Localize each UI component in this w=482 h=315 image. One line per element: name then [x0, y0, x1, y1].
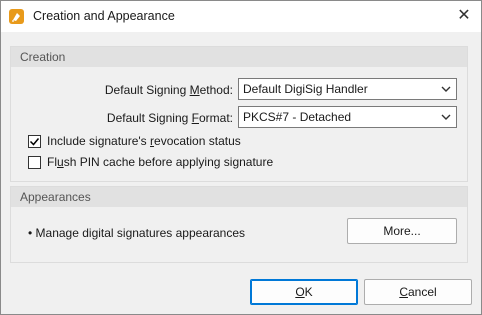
title-bar: Creation and Appearance ✕ [1, 1, 481, 32]
creation-group-header: Creation [11, 47, 467, 67]
creation-group: Creation Default Signing Method: Default… [10, 46, 468, 182]
revocation-label[interactable]: Include signature's revocation status [47, 134, 241, 148]
manage-appearances-text: • Manage digital signatures appearances [28, 226, 246, 240]
more-button[interactable]: More... [347, 218, 457, 244]
chevron-down-icon [441, 110, 451, 127]
appearances-group-header: Appearances [11, 187, 467, 207]
appearances-header-label: Appearances [20, 190, 91, 204]
appearances-group: Appearances • Manage digital signatures … [10, 186, 468, 263]
revocation-checkbox[interactable] [28, 135, 41, 148]
creation-header-label: Creation [20, 50, 66, 64]
ok-button[interactable]: OK [250, 279, 358, 305]
close-icon[interactable]: ✕ [453, 6, 475, 26]
signing-method-value: Default DigiSig Handler [243, 82, 368, 96]
chevron-down-icon [441, 82, 451, 99]
signing-format-value: PKCS#7 - Detached [243, 110, 352, 124]
creation-appearance-dialog: Creation and Appearance ✕ Creation Defau… [0, 0, 482, 315]
signing-method-label: Default Signing Method: [104, 83, 233, 97]
signing-format-select[interactable]: PKCS#7 - Detached [238, 106, 457, 128]
app-icon [9, 9, 24, 24]
signing-format-label: Default Signing Format: [106, 111, 233, 125]
signing-method-select[interactable]: Default DigiSig Handler [238, 78, 457, 100]
cancel-button[interactable]: Cancel [364, 279, 472, 305]
window-title: Creation and Appearance [33, 9, 175, 23]
flush-pin-checkbox[interactable] [28, 156, 41, 169]
flush-pin-label[interactable]: Flush PIN cache before applying signatur… [47, 155, 273, 169]
